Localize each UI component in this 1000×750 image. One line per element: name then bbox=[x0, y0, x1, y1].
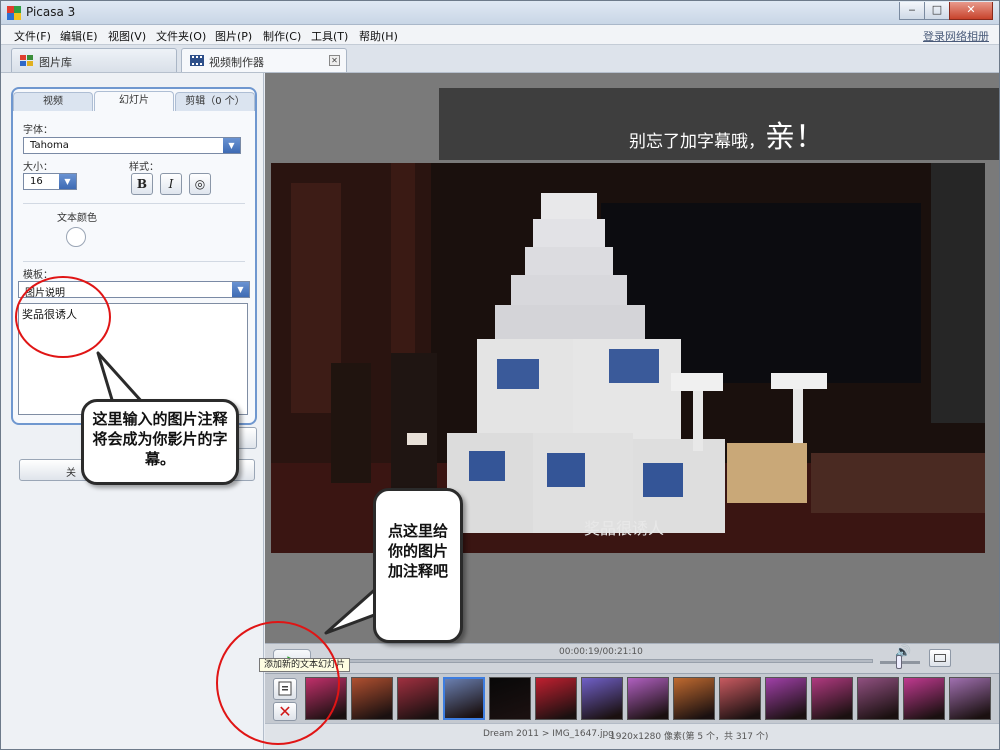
callout-add-caption-hint: 点这里给你的图片加注释吧 bbox=[373, 488, 463, 643]
picasa-window: Picasa 3 ‒ □ ✕ 文件(F) 编辑(E) 视图(V) 文件夹(O) … bbox=[0, 0, 1000, 750]
callout-pointers bbox=[96, 351, 387, 635]
callout-textarea-hint: 这里输入的图片注释将会成为你影片的字幕。 bbox=[81, 399, 239, 485]
